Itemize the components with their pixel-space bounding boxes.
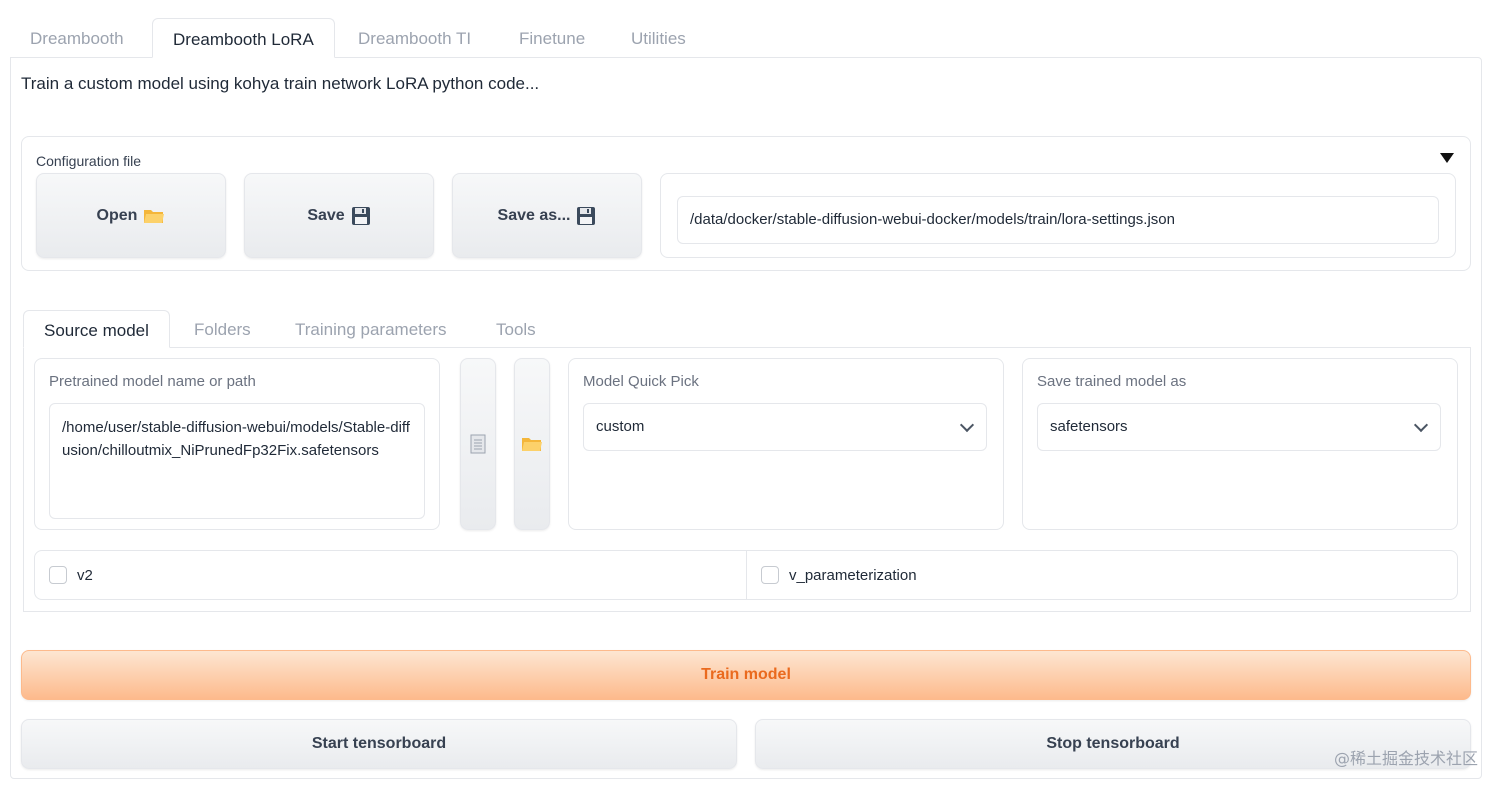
chevron-down-icon bbox=[959, 417, 975, 433]
save-model-as-block: Save trained model as safetensors bbox=[1022, 358, 1458, 530]
v2-option[interactable]: v2 bbox=[49, 551, 93, 599]
tab-dreambooth-lora[interactable]: Dreambooth LoRA bbox=[152, 18, 335, 58]
model-quick-pick-block: Model Quick Pick custom bbox=[568, 358, 1004, 530]
model-options-row: v2 v_parameterization bbox=[34, 550, 1458, 600]
floppy-disk-icon bbox=[351, 206, 370, 225]
tab-description: Train a custom model using kohya train n… bbox=[21, 74, 540, 93]
v-parameterization-label: v_parameterization bbox=[789, 566, 917, 584]
collapse-triangle-icon[interactable] bbox=[1440, 153, 1454, 163]
model-quick-pick-value: custom bbox=[596, 418, 645, 435]
tab-source-model[interactable]: Source model bbox=[23, 310, 170, 348]
sub-tab-bar: Source model Folders Training parameters… bbox=[23, 310, 1471, 348]
document-icon bbox=[470, 434, 486, 454]
start-tensorboard-button[interactable]: Start tensorboard bbox=[21, 719, 737, 769]
lora-tab-panel: Train a custom model using kohya train n… bbox=[10, 57, 1482, 779]
v2-checkbox[interactable] bbox=[49, 566, 67, 584]
model-quick-pick-label: Model Quick Pick bbox=[583, 373, 699, 390]
save-config-button[interactable]: Save bbox=[244, 173, 434, 258]
open-button-label: Open bbox=[96, 206, 138, 224]
chevron-down-icon bbox=[1413, 417, 1429, 433]
tab-dreambooth-ti[interactable]: Dreambooth TI bbox=[338, 18, 491, 58]
configuration-file-accordion: Configuration file Open Save Save as... … bbox=[21, 136, 1471, 271]
v-parameterization-checkbox[interactable] bbox=[761, 566, 779, 584]
folder-icon bbox=[522, 438, 542, 451]
open-config-button[interactable]: Open bbox=[36, 173, 226, 258]
top-tab-bar: Dreambooth Dreambooth LoRA Dreambooth TI… bbox=[10, 18, 1482, 58]
save-as-button-label: Save as... bbox=[497, 206, 571, 224]
tab-tools[interactable]: Tools bbox=[476, 310, 556, 348]
save-model-as-label: Save trained model as bbox=[1037, 373, 1187, 390]
tab-training-parameters[interactable]: Training parameters bbox=[275, 310, 467, 348]
pretrained-model-input[interactable]: /home/user/stable-diffusion-webui/models… bbox=[49, 403, 425, 519]
v-parameterization-option[interactable]: v_parameterization bbox=[761, 551, 917, 599]
select-file-button[interactable] bbox=[460, 358, 496, 530]
save-as-config-button[interactable]: Save as... bbox=[452, 173, 642, 258]
save-button-label: Save bbox=[307, 206, 345, 224]
configuration-file-label: Configuration file bbox=[36, 153, 142, 169]
pretrained-model-block: Pretrained model name or path /home/user… bbox=[34, 358, 440, 530]
pretrained-model-label: Pretrained model name or path bbox=[49, 373, 256, 390]
select-folder-button[interactable] bbox=[514, 358, 550, 530]
floppy-disk-icon bbox=[577, 206, 596, 225]
v2-label: v2 bbox=[77, 566, 93, 584]
tab-folders[interactable]: Folders bbox=[174, 310, 271, 348]
tab-dreambooth[interactable]: Dreambooth bbox=[10, 18, 144, 58]
source-model-panel: Pretrained model name or path /home/user… bbox=[23, 347, 1471, 612]
folder-icon bbox=[144, 209, 165, 223]
tab-finetune[interactable]: Finetune bbox=[499, 18, 605, 58]
model-quick-pick-select[interactable]: custom bbox=[583, 403, 987, 451]
options-divider bbox=[746, 551, 747, 599]
config-path-container: /data/docker/stable-diffusion-webui-dock… bbox=[660, 173, 1456, 258]
watermark: @稀土掘金技术社区 bbox=[1333, 749, 1478, 768]
save-model-as-value: safetensors bbox=[1050, 418, 1128, 435]
tab-utilities[interactable]: Utilities bbox=[611, 18, 706, 58]
config-path-input[interactable]: /data/docker/stable-diffusion-webui-dock… bbox=[677, 196, 1439, 244]
train-model-button[interactable]: Train model bbox=[21, 650, 1471, 700]
save-model-as-select[interactable]: safetensors bbox=[1037, 403, 1441, 451]
